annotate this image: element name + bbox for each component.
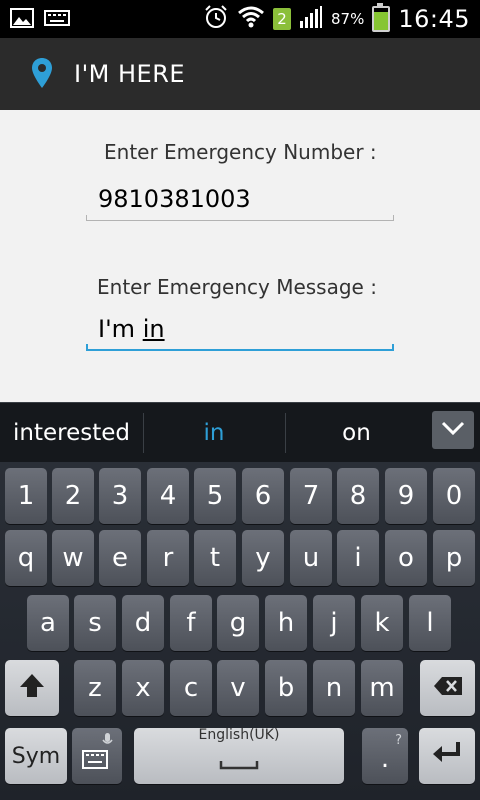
key-t[interactable]: t [194, 530, 236, 586]
key-a[interactable]: a [27, 595, 69, 651]
key-w[interactable]: w [52, 530, 94, 586]
battery-percent: 87% [330, 10, 365, 28]
image-icon [10, 8, 34, 32]
key-e[interactable]: e [99, 530, 141, 586]
key-r[interactable]: r [147, 530, 189, 586]
period-key[interactable]: ? . [362, 728, 408, 784]
collapse-suggestions-button[interactable] [432, 411, 474, 449]
key-8[interactable]: 8 [337, 468, 379, 524]
alarm-icon [203, 4, 229, 35]
emergency-form: Enter Emergency Number : 9810381003 Ente… [0, 110, 480, 402]
suggestion-bar: interested in on [0, 402, 480, 463]
composing-text: in [142, 315, 165, 343]
key-6[interactable]: 6 [242, 468, 284, 524]
location-pin-icon [32, 58, 52, 92]
chevron-down-icon [441, 420, 465, 440]
emergency-message-input[interactable]: I'm in [98, 315, 165, 343]
status-bar: 2 87% 16:45 [0, 0, 480, 38]
notification-badge: 2 [272, 8, 291, 30]
enter-arrow-icon [431, 740, 463, 773]
enter-key[interactable] [419, 728, 475, 784]
key-2[interactable]: 2 [52, 468, 94, 524]
key-m[interactable]: m [361, 660, 403, 716]
key-z[interactable]: z [74, 660, 116, 716]
key-9[interactable]: 9 [385, 468, 427, 524]
emergency-message-label: Enter Emergency Message : [97, 275, 377, 299]
key-b[interactable]: b [265, 660, 307, 716]
keyboard-icon [44, 9, 70, 31]
emergency-message-underline [86, 344, 394, 351]
key-v[interactable]: v [217, 660, 259, 716]
key-j[interactable]: j [313, 595, 355, 651]
key-c[interactable]: c [170, 660, 212, 716]
key-k[interactable]: k [361, 595, 403, 651]
soft-keyboard: 1 2 3 4 5 6 7 8 9 0 q w e r t y u i o p … [0, 462, 480, 800]
key-o[interactable]: o [385, 530, 427, 586]
key-3[interactable]: 3 [99, 468, 141, 524]
shift-key[interactable] [5, 660, 59, 716]
key-4[interactable]: 4 [147, 468, 189, 524]
suggestion-on[interactable]: on [285, 403, 428, 463]
suggestion-in[interactable]: in [143, 403, 285, 463]
key-u[interactable]: u [290, 530, 332, 586]
key-h[interactable]: h [265, 595, 307, 651]
key-q[interactable]: q [5, 530, 47, 586]
key-n[interactable]: n [313, 660, 355, 716]
battery-icon [372, 3, 391, 32]
key-y[interactable]: y [242, 530, 284, 586]
emergency-number-underline [86, 215, 394, 221]
key-l[interactable]: l [409, 595, 451, 651]
suggestion-interested[interactable]: interested [0, 403, 143, 463]
space-key[interactable]: English(UK) [134, 727, 344, 784]
key-1[interactable]: 1 [5, 468, 47, 524]
emergency-number-input[interactable]: 9810381003 [98, 185, 251, 213]
key-g[interactable]: g [217, 595, 259, 651]
app-bar: I'M HERE [0, 38, 480, 110]
key-d[interactable]: d [122, 595, 164, 651]
space-bar-icon [219, 747, 259, 777]
key-s[interactable]: s [74, 595, 116, 651]
backspace-key[interactable] [420, 660, 475, 716]
emergency-number-label: Enter Emergency Number : [104, 140, 377, 164]
key-f[interactable]: f [170, 595, 212, 651]
key-x[interactable]: x [122, 660, 164, 716]
wifi-icon [237, 5, 265, 34]
space-language-label: English(UK) [198, 727, 280, 743]
backspace-icon [433, 673, 463, 703]
keyboard-settings-key[interactable] [72, 728, 122, 784]
key-5[interactable]: 5 [194, 468, 236, 524]
key-0[interactable]: 0 [433, 468, 475, 524]
key-i[interactable]: i [337, 530, 379, 586]
message-text: I'm [98, 315, 143, 343]
key-p[interactable]: p [433, 530, 475, 586]
period-hint: ? [395, 732, 402, 748]
app-title: I'M HERE [74, 60, 186, 88]
key-7[interactable]: 7 [290, 468, 332, 524]
sym-key[interactable]: Sym [5, 728, 67, 784]
clock: 16:45 [398, 5, 470, 33]
signal-icon [299, 5, 323, 34]
shift-arrow-icon [18, 671, 46, 706]
keyboard-mic-icon [79, 731, 115, 782]
